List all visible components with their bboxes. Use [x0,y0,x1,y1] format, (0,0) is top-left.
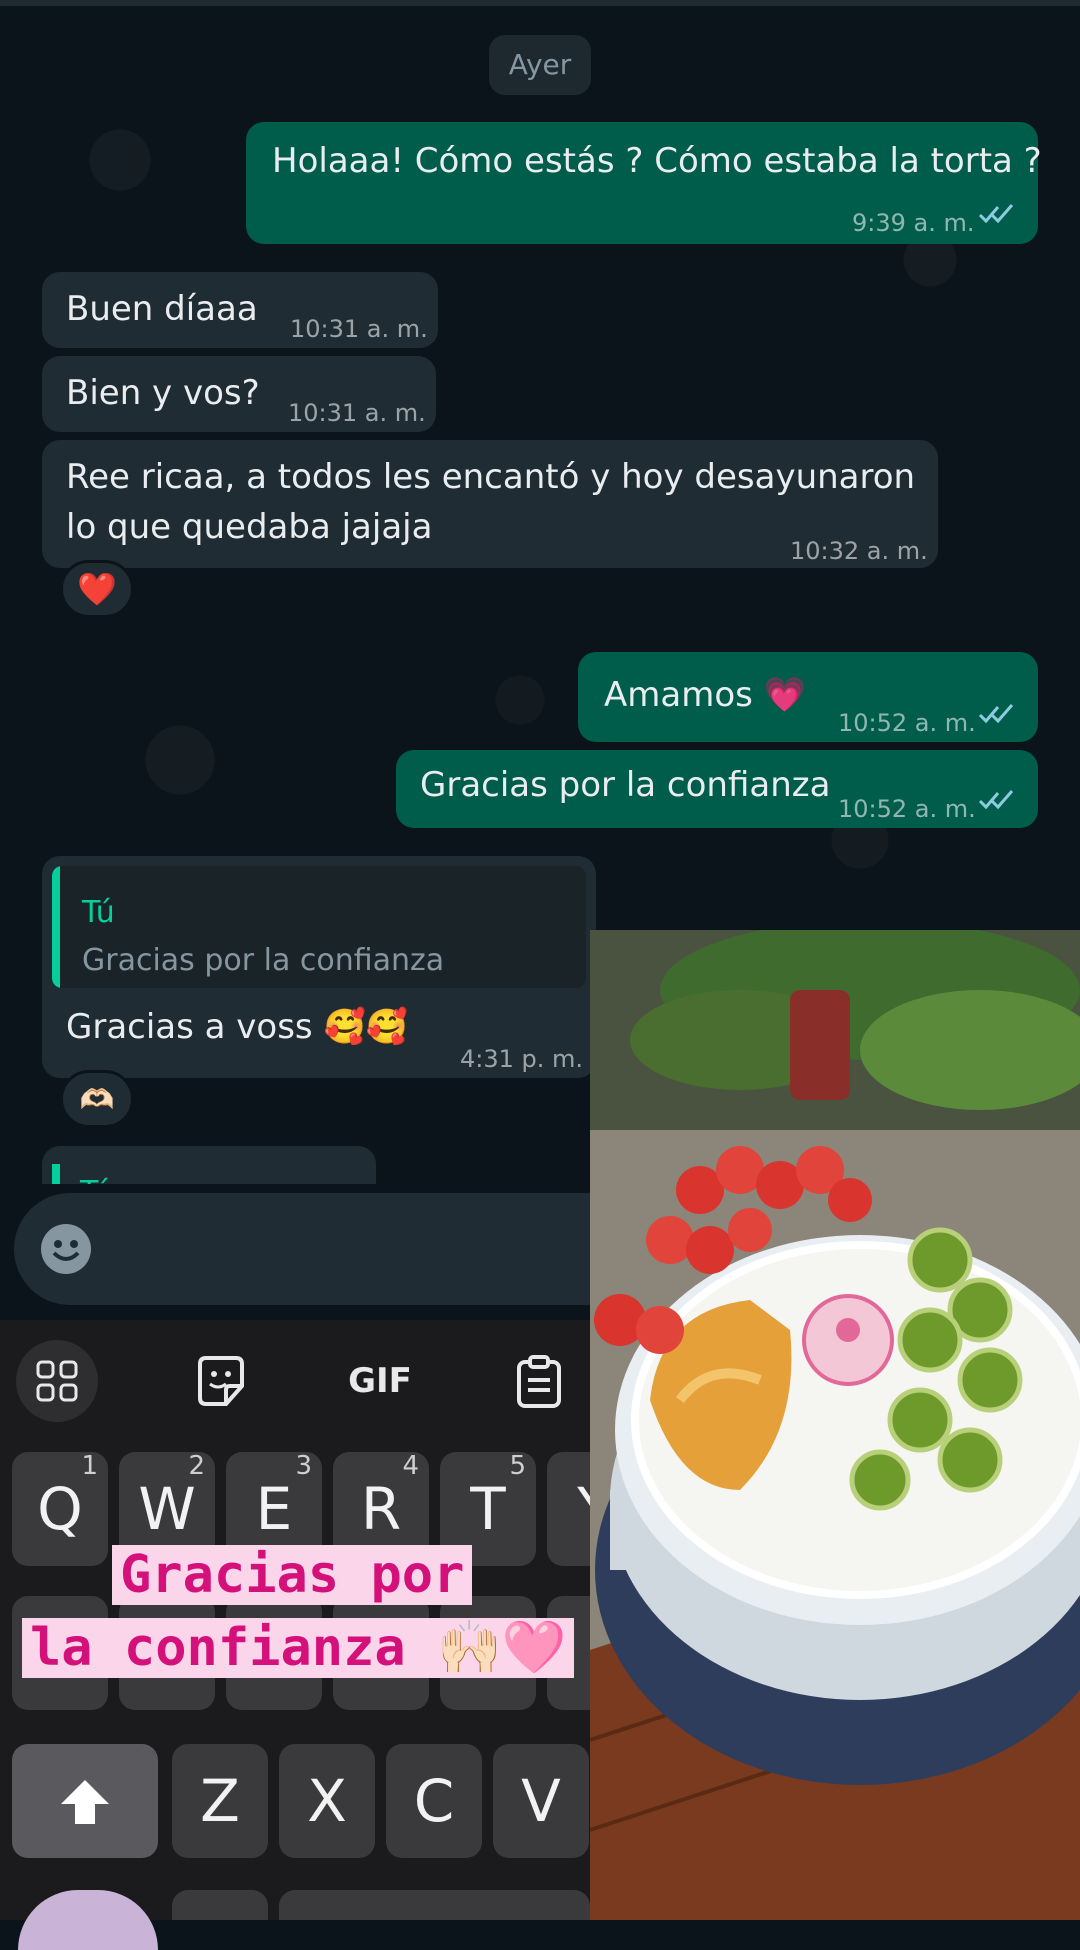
double-check-icon [978,704,1014,724]
key-hint: 5 [509,1451,526,1481]
key-label: T [470,1475,506,1543]
key-c[interactable]: C [386,1744,482,1858]
message-outgoing[interactable]: Holaaa! Cómo estás ? Cómo estaba la tort… [246,122,1042,244]
gif-button[interactable]: GIF [338,1340,422,1422]
message-time: 4:31 p. m. [460,1045,584,1073]
message-time: 9:39 a. m. [852,209,975,237]
message-time: 10:31 a. m. [288,399,426,427]
reaction-badge[interactable]: 🫶🏻 [60,1070,134,1128]
message-text: Holaaa! Cómo estás ? Cómo estaba la tort… [272,141,1042,181]
key-label: X [307,1767,347,1835]
message-outgoing[interactable]: Gracias por la confianza 10:52 a. m. [396,750,1038,828]
message-text-line: Ree ricaa, a todos les encantó y hoy des… [66,457,916,497]
message-incoming[interactable]: Ree ricaa, a todos les encantó y hoy des… [42,440,938,568]
message-time: 10:52 a. m. [838,795,976,823]
overlay-text-line: Gracias por [112,1545,473,1605]
key-label: E [255,1475,293,1543]
message-text-line: lo que quedaba jajaja [66,507,433,547]
shift-icon [61,1780,109,1824]
space-key[interactable] [279,1890,590,1920]
key-label: V [521,1767,561,1835]
message-text: Bien y vos? [66,373,260,413]
message-incoming-reply[interactable]: Tú Gracias por la confianza Gracias a vo… [42,856,596,1078]
cake-photo [590,930,1080,1920]
key-hint: 1 [81,1451,98,1481]
quote-author: Tú [80,1168,113,1184]
emoji-icon[interactable] [40,1223,92,1275]
clipboard-icon [517,1355,561,1408]
sticker-button[interactable] [180,1340,262,1422]
top-edge [0,0,1080,6]
message-text: Amamos 💗 [604,675,806,715]
key-label: C [413,1767,455,1835]
double-check-icon [978,790,1014,810]
heart-reaction-icon: ❤️ [77,570,117,608]
key-label: W [138,1475,196,1543]
heart-hands-reaction-icon: 🫶🏻 [79,1082,115,1116]
quote-accent-bar [52,1164,60,1184]
message-text: Gracias a voss 🥰🥰 [66,1007,409,1047]
reaction-badge[interactable]: ❤️ [60,560,134,618]
date-separator: Ayer [489,35,591,95]
quoted-message[interactable]: Tú Gracias por la confianza [52,866,586,988]
key-label: Q [37,1475,83,1543]
key-hint: 3 [295,1451,312,1481]
message-incoming[interactable]: Buen díaaa 10:31 a. m. [42,272,438,348]
message-time: 10:52 a. m. [838,709,976,737]
apps-grid-button[interactable] [16,1340,98,1422]
overlay-text-line: la confianza 🙌🏻🩷 [22,1618,575,1678]
message-time: 10:31 a. m. [290,315,428,343]
key-hint: 4 [402,1451,419,1481]
key-v[interactable]: V [493,1744,589,1858]
gif-label: GIF [348,1361,412,1401]
key-q[interactable]: Q1 [12,1451,108,1566]
cake-photo-illustration [590,930,1080,1920]
message-time: 10:32 a. m. [790,537,928,565]
key-hint: 2 [188,1451,205,1481]
grid-icon [36,1360,78,1402]
quote-accent-bar [52,866,60,988]
quote-text: Gracias por la confianza [82,943,445,978]
message-incoming-partial[interactable]: Tú [42,1146,376,1184]
message-incoming[interactable]: Bien y vos? 10:31 a. m. [42,356,436,432]
clipboard-button[interactable] [498,1340,580,1422]
quote-author: Tú [82,895,115,930]
key-label: R [360,1475,402,1543]
key-comma[interactable] [172,1890,268,1920]
message-text: Gracias por la confianza [420,765,831,805]
message-outgoing[interactable]: Amamos 💗 10:52 a. m. [578,652,1038,742]
shift-key[interactable] [12,1744,158,1858]
key-x[interactable]: X [279,1744,375,1858]
double-check-icon [978,204,1014,224]
key-label: Z [200,1767,240,1835]
message-text: Buen díaaa [66,289,258,329]
key-z[interactable]: Z [172,1744,268,1858]
sticker-icon [198,1356,244,1406]
